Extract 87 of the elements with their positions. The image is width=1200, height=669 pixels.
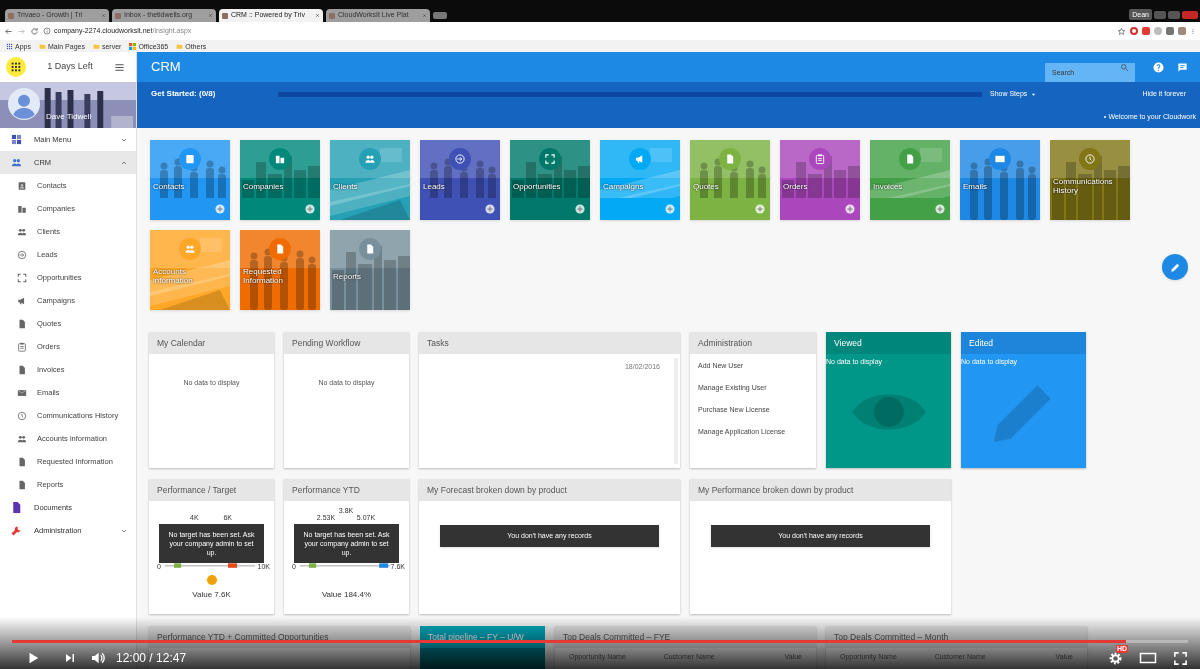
reload-icon[interactable] [30, 26, 39, 36]
close-icon[interactable] [208, 13, 213, 18]
gauge-value: Value 7.6K [191, 589, 232, 601]
maximize-button[interactable] [1168, 10, 1180, 19]
widget-title: Top Deals Committed – Month [834, 630, 949, 644]
help-icon[interactable] [1153, 61, 1164, 73]
get-started-label: Get Started: (0/8) [151, 88, 217, 100]
plus-icon[interactable] [485, 204, 495, 214]
module-tile[interactable]: Leads [420, 140, 500, 220]
people-icon [10, 157, 22, 168]
user-name: Dave Tidwell [46, 111, 92, 123]
dashboard-icon [10, 134, 22, 145]
module-tile[interactable]: Requested Information [240, 230, 320, 310]
minimize-button[interactable] [1154, 10, 1166, 19]
favicon-icon [8, 12, 14, 19]
chat-icon[interactable] [1177, 61, 1188, 73]
module-tile[interactable]: Reports [330, 230, 410, 310]
search-icon [1120, 62, 1129, 72]
plus-icon[interactable] [215, 204, 225, 214]
favicon-icon [329, 12, 335, 19]
plus-icon[interactable] [305, 204, 315, 214]
arrow-in-circle-icon [17, 249, 27, 260]
module-tile[interactable]: Communications History [1050, 140, 1130, 220]
document-icon [17, 456, 27, 467]
close-button[interactable] [1182, 10, 1198, 19]
document-icon [17, 364, 27, 375]
module-tile[interactable]: Contacts [150, 140, 230, 220]
mail-icon [17, 387, 27, 398]
info-icon [43, 27, 51, 35]
gear-icon[interactable] [1108, 650, 1123, 666]
menu-icon[interactable] [114, 61, 125, 73]
module-tile[interactable]: Orders [780, 140, 860, 220]
widget-title: Edited [969, 336, 994, 350]
favicon-icon [222, 12, 228, 19]
widget-title: Performance YTD + Committed Opportunities [157, 630, 329, 644]
module-tile[interactable]: Opportunities [510, 140, 590, 220]
avatar-icon [8, 88, 40, 120]
people-icon [17, 433, 27, 444]
plus-icon[interactable] [935, 204, 945, 214]
apps-grid-icon[interactable] [6, 57, 26, 77]
widget-title: My Forecast broken down by product [427, 483, 567, 497]
pencil-icon [1169, 261, 1181, 273]
megaphone-icon [17, 295, 27, 306]
folder-icon [176, 42, 184, 50]
plus-icon[interactable] [575, 204, 585, 214]
new-tab-button[interactable] [433, 12, 447, 19]
windows-logo-icon [129, 42, 137, 50]
module-tile[interactable]: Companies [240, 140, 320, 220]
widget-title: Viewed [834, 336, 862, 350]
clock-icon [17, 410, 27, 421]
contact-card-icon [17, 180, 27, 191]
widget-title: My Calendar [157, 336, 206, 350]
widget-title: Total pipeline – FY – U/W [428, 630, 524, 644]
star-icon[interactable] [1117, 26, 1126, 36]
grid-icon [6, 42, 13, 50]
volume-icon[interactable] [90, 650, 106, 666]
close-icon[interactable] [422, 13, 427, 18]
next-icon[interactable] [64, 652, 76, 664]
widget-title: Top Deals Committed – FYE [563, 630, 671, 644]
plus-icon[interactable] [845, 204, 855, 214]
gauge-value: Value 184.4% [320, 589, 373, 601]
page-title: CRM [151, 58, 181, 77]
trial-days-label: 1 Days Left [46, 60, 94, 74]
folder-icon [38, 42, 46, 50]
expand-icon [17, 272, 27, 283]
building-icon [17, 203, 27, 214]
widget-title: Tasks [427, 336, 449, 350]
plus-icon[interactable] [665, 204, 675, 214]
wrench-icon [10, 524, 22, 537]
document-icon [17, 318, 27, 329]
back-icon[interactable] [4, 26, 13, 36]
people-icon [17, 226, 27, 237]
document-icon [17, 479, 27, 490]
widget-title: Performance YTD [292, 483, 360, 497]
clipboard-icon [17, 341, 27, 352]
close-icon[interactable] [315, 13, 320, 18]
expand-icon[interactable] [1173, 650, 1188, 666]
favicon-icon [115, 12, 121, 19]
widget-title: Performance / Target [157, 483, 237, 497]
widget-title: Pending Workflow [292, 336, 361, 350]
folder-icon [92, 42, 100, 50]
plus-icon[interactable] [755, 204, 765, 214]
edit-button[interactable] [1162, 254, 1188, 280]
widget-title: My Performance broken down by product [698, 483, 854, 497]
time-display: 12:00 / 12:47 [116, 650, 187, 667]
close-icon[interactable] [101, 13, 106, 18]
widget-title: Administration [698, 336, 752, 350]
